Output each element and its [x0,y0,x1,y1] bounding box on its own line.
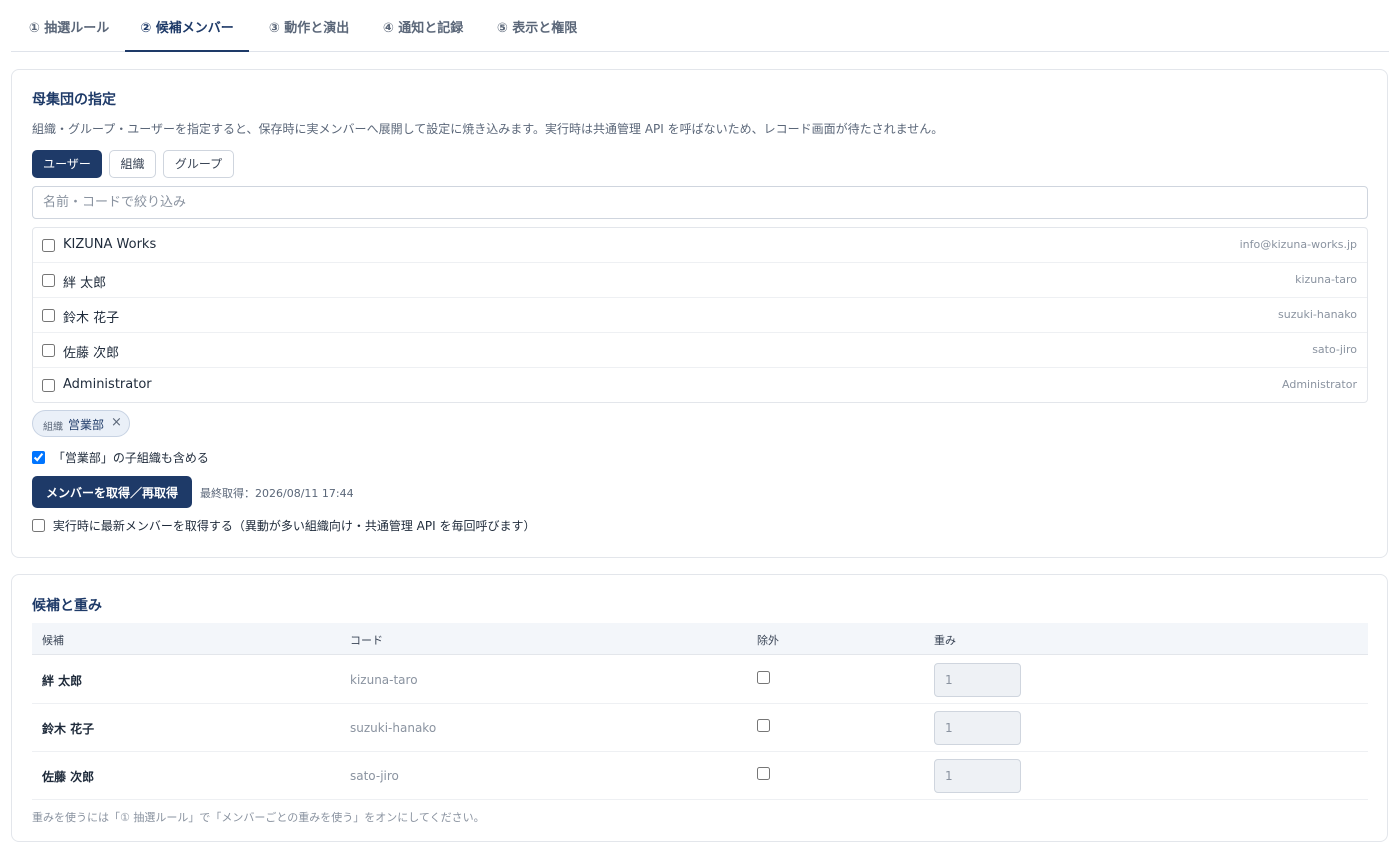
include-children-checkbox[interactable] [32,451,45,464]
member-code: Administrator [1282,378,1357,391]
chip-kind: 組織 [43,422,63,433]
member-code: info@kizuna-works.jp [1239,238,1357,251]
member-checkbox[interactable] [42,239,55,252]
table-row: 鈴木 花子 suzuki-hanako [32,704,1368,752]
candidate-code: sato-jiro [350,769,399,783]
member-name: Administrator [63,377,152,392]
member-checkbox[interactable] [42,344,55,357]
table-header: 候補 コード 除外 重み [32,623,1368,655]
candidate-name: 佐藤 次郎 [42,770,95,784]
weight-input[interactable] [934,759,1021,793]
tab-notify-log[interactable]: ④ 通知と記録 [375,0,471,52]
member-code: kizuna-taro [1295,273,1357,286]
member-checkbox[interactable] [42,274,55,287]
population-card: 母集団の指定 組織・グループ・ユーザーを指定すると、保存時に実メンバーへ展開して… [11,69,1388,558]
include-children-label: 「営業部」の子組織も含める [52,451,209,465]
last-fetched-text: 最終取得：2026/08/11 17:44 [200,487,354,500]
candidate-name: 鈴木 花子 [42,722,95,736]
tab-lottery-rules[interactable]: ① 抽選ルール [16,0,122,52]
member-row[interactable]: 佐藤 次郎 sato-jiro [33,333,1367,368]
member-code: suzuki-hanako [1278,308,1357,321]
selected-organization-chip: 組織 営業部 × [32,410,130,437]
candidate-name: 絆 太郎 [42,674,83,688]
member-code: sato-jiro [1312,343,1357,356]
chip-value: 営業部 [68,418,105,432]
member-name: 佐藤 次郎 [63,346,120,361]
tab-display-permissions[interactable]: ⑤ 表示と権限 [489,0,585,52]
candidate-code: kizuna-taro [350,673,418,687]
header-exclude: 除外 [757,634,779,647]
runtime-fetch-option[interactable]: 実行時に最新メンバーを取得する（異動が多い組織向け・共通管理 API を毎回呼び… [32,517,535,534]
population-description: 組織・グループ・ユーザーを指定すると、保存時に実メンバーへ展開して設定に焼き込み… [32,122,944,136]
exclude-checkbox[interactable] [757,671,770,684]
population-title: 母集団の指定 [32,92,116,108]
table-row: 佐藤 次郎 sato-jiro [32,752,1368,800]
member-row[interactable]: KIZUNA Works info@kizuna-works.jp [33,228,1367,263]
weight-note: 重みを使うには「① 抽選ルール」で「メンバーごとの重みを使う」をオンにしてくださ… [32,811,485,824]
exclude-checkbox[interactable] [757,767,770,780]
fetch-members-button[interactable]: メンバーを取得／再取得 [32,476,192,508]
runtime-fetch-label: 実行時に最新メンバーを取得する（異動が多い組織向け・共通管理 API を毎回呼び… [52,519,536,533]
header-weight: 重み [934,634,956,647]
member-checkbox[interactable] [42,309,55,322]
weight-input[interactable] [934,711,1021,745]
member-checkbox[interactable] [42,379,55,392]
include-children-option[interactable]: 「営業部」の子組織も含める [32,449,209,466]
member-row[interactable]: 絆 太郎 kizuna-taro [33,263,1367,298]
candidates-title: 候補と重み [32,598,102,614]
header-code: コード [350,634,383,647]
type-user-button[interactable]: ユーザー [32,150,102,178]
candidate-code: suzuki-hanako [350,721,437,735]
table-row: 絆 太郎 kizuna-taro [32,656,1368,704]
exclude-checkbox[interactable] [757,719,770,732]
member-name: 絆 太郎 [63,276,107,291]
member-row[interactable]: Administrator Administrator [33,368,1367,402]
type-group-button[interactable]: グループ [163,150,234,178]
member-name: 鈴木 花子 [63,311,120,326]
weight-input[interactable] [934,663,1021,697]
member-row[interactable]: 鈴木 花子 suzuki-hanako [33,298,1367,333]
chip-remove-icon[interactable]: × [111,415,122,430]
member-list: KIZUNA Works info@kizuna-works.jp 絆 太郎 k… [32,227,1368,403]
tab-behavior-effects[interactable]: ③ 動作と演出 [261,0,357,52]
candidates-card: 候補と重み 候補 コード 除外 重み 絆 太郎 kizuna-taro 鈴木 花… [11,574,1388,842]
tab-candidate-members[interactable]: ② 候補メンバー [125,0,249,52]
member-name: KIZUNA Works [63,237,157,252]
runtime-fetch-checkbox[interactable] [32,519,45,532]
type-organization-button[interactable]: 組織 [109,150,156,178]
header-candidate: 候補 [42,634,64,647]
member-filter-input[interactable] [32,186,1368,219]
tab-bar: ① 抽選ルール ② 候補メンバー ③ 動作と演出 ④ 通知と記録 ⑤ 表示と権限 [11,0,1389,52]
